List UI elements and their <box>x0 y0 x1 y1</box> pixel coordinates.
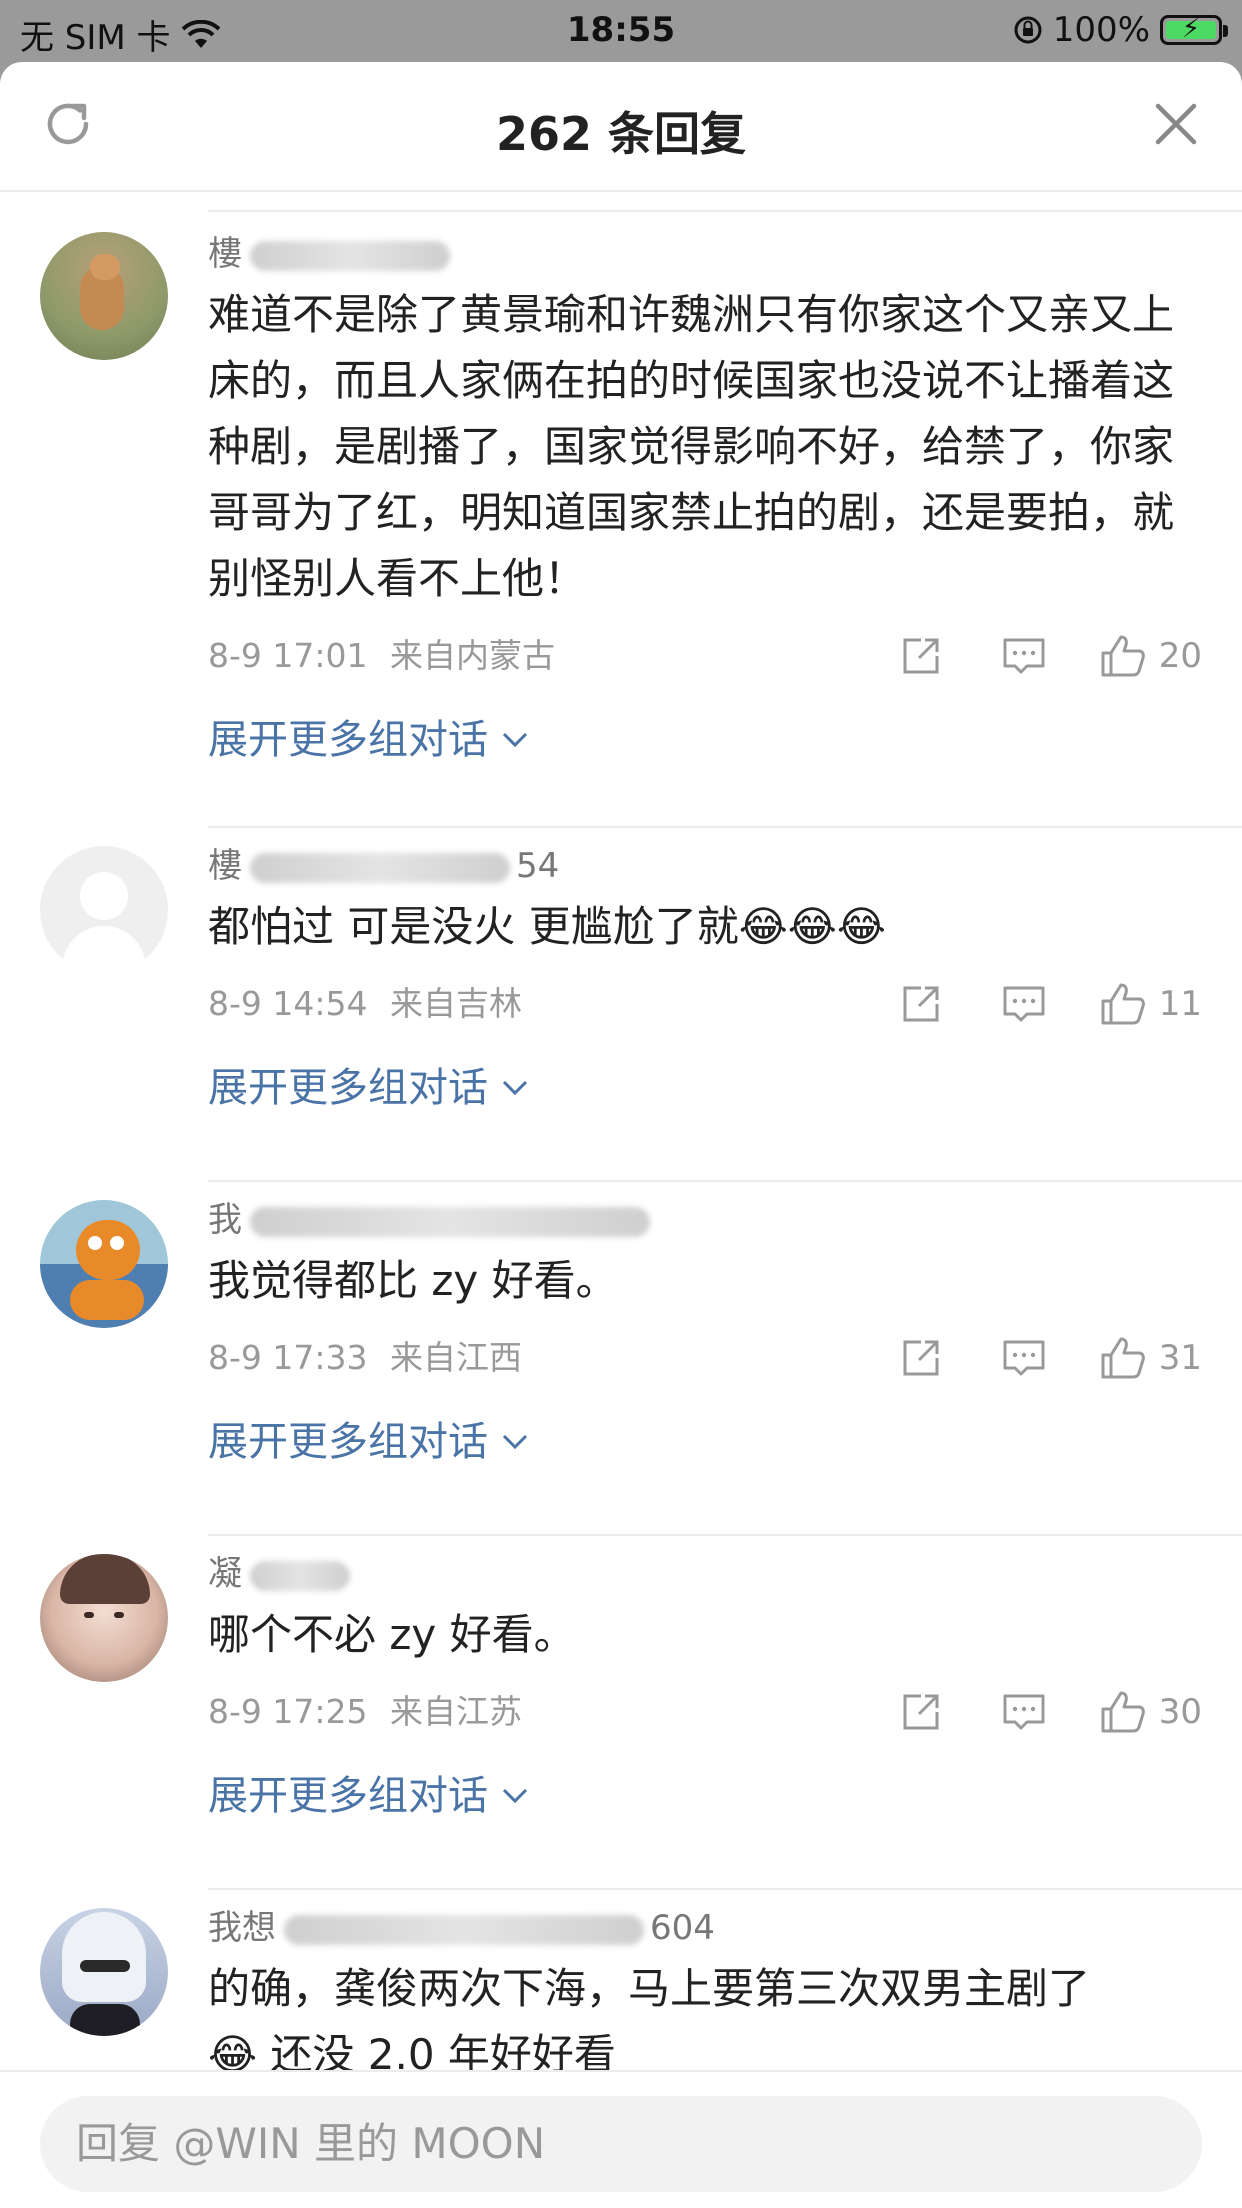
expand-label: 展开更多组对话 <box>208 717 488 763</box>
like-count: 30 <box>1158 1692 1202 1732</box>
share-icon <box>903 986 939 1022</box>
comment-icon <box>1003 638 1045 674</box>
expand-label: 展开更多组对话 <box>208 1065 488 1111</box>
share-icon <box>903 1340 939 1376</box>
battery-group: 100% ⚡ <box>1013 10 1228 50</box>
comment-username[interactable]: 樓 54 <box>208 844 1202 888</box>
expand-label: 展开更多组对话 <box>208 1419 488 1465</box>
share-button[interactable] <box>899 634 943 678</box>
share-icon <box>903 1694 939 1730</box>
reply-button[interactable] <box>1001 1336 1047 1380</box>
comment-meta: 8-9 17:01 来自内蒙古 20 <box>208 626 1202 686</box>
comment-username[interactable]: 我想 604 <box>208 1906 1202 1950</box>
comment-time: 8-9 17:01 <box>208 636 368 675</box>
avatar[interactable] <box>40 1200 168 1328</box>
comment-actions: 30 <box>899 1682 1202 1742</box>
comment-username[interactable]: 我 <box>208 1198 1202 1242</box>
like-count: 31 <box>1158 1338 1202 1378</box>
comment-meta: 8-9 17:25 来自江苏 30 <box>208 1682 1202 1742</box>
comment-icon <box>1003 1340 1045 1376</box>
chevron-down-icon <box>502 732 528 748</box>
orientation-lock-icon <box>1014 16 1042 44</box>
avatar[interactable] <box>40 232 168 360</box>
share-button[interactable] <box>899 1336 943 1380</box>
comment-actions: 20 <box>899 626 1202 686</box>
comment-meta: 8-9 17:33 来自江西 31 <box>208 1328 1202 1388</box>
comment-icon <box>1003 1694 1045 1730</box>
replies-sheet: 262 条回复 樓 难道不是除了黄景瑜和许魏洲只有你家这个又亲又上床的，而且人家… <box>0 62 1242 2208</box>
like-button[interactable]: 11 <box>1099 974 1202 1034</box>
battery-icon: ⚡ <box>1160 14 1228 45</box>
like-count: 11 <box>1158 984 1202 1024</box>
chevron-down-icon <box>502 1434 528 1450</box>
comment-username[interactable]: 凝 <box>208 1552 1202 1596</box>
comment-time: 8-9 14:54 <box>208 984 368 1023</box>
page-title: 262 条回复 <box>495 107 747 161</box>
divider <box>208 1888 1242 1890</box>
reply-button[interactable] <box>1001 1690 1047 1734</box>
comment-meta: 8-9 14:54 来自吉林 11 <box>208 974 1202 1034</box>
like-button[interactable]: 20 <box>1099 626 1202 686</box>
comment-text: 都怕过 可是没火 更尴尬了就😂😂😂 <box>208 902 886 951</box>
like-button[interactable]: 31 <box>1099 1328 1202 1388</box>
close-icon[interactable] <box>1150 98 1202 150</box>
avatar[interactable] <box>40 1554 168 1682</box>
thumbs-up-icon <box>1101 635 1145 677</box>
chevron-down-icon <box>502 1080 528 1096</box>
expand-label: 展开更多组对话 <box>208 1773 488 1819</box>
reply-bar: 回复 @WIN 里的 MOON <box>0 2070 1242 2208</box>
share-button[interactable] <box>899 1690 943 1734</box>
comment-location: 来自江苏 <box>390 1692 522 1731</box>
comment-actions: 31 <box>899 1328 1202 1388</box>
expand-conversation-link[interactable]: 展开更多组对话 <box>208 1766 1202 1826</box>
comment-text: 难道不是除了黄景瑜和许魏洲只有你家这个又亲又上床的，而且人家俩在拍的时候国家也没… <box>208 290 1175 603</box>
comment-text: 哪个不必 zy 好看。 <box>208 1610 576 1659</box>
comment-icon <box>1003 986 1045 1022</box>
divider <box>208 210 1242 212</box>
comment-text: 我觉得都比 zy 好看。 <box>208 1256 618 1305</box>
thumbs-up-icon <box>1101 1337 1145 1379</box>
share-icon <box>903 638 939 674</box>
chevron-down-icon <box>502 1788 528 1804</box>
divider <box>208 826 1242 828</box>
divider <box>208 1534 1242 1536</box>
like-button[interactable]: 30 <box>1099 1682 1202 1742</box>
like-count: 20 <box>1158 636 1202 676</box>
comment-location: 来自吉林 <box>390 984 522 1023</box>
comment-location: 来自内蒙古 <box>390 636 555 675</box>
avatar[interactable] <box>40 1908 168 2036</box>
status-bar: 无 SIM 卡 18:55 100% ⚡ <box>0 0 1242 62</box>
comment-location: 来自江西 <box>390 1338 522 1377</box>
comment-time: 8-9 17:33 <box>208 1338 368 1377</box>
comment-username[interactable]: 樓 <box>208 232 1202 276</box>
sheet-header: 262 条回复 <box>0 62 1242 192</box>
share-button[interactable] <box>899 982 943 1026</box>
reply-input[interactable]: 回复 @WIN 里的 MOON <box>40 2096 1202 2192</box>
thumbs-up-icon <box>1101 1691 1145 1733</box>
comment-time: 8-9 17:25 <box>208 1692 368 1731</box>
reply-button[interactable] <box>1001 634 1047 678</box>
reply-button[interactable] <box>1001 982 1047 1026</box>
comment-actions: 11 <box>899 974 1202 1034</box>
divider <box>208 1180 1242 1182</box>
battery-percent: 100% <box>1052 10 1150 50</box>
expand-conversation-link[interactable]: 展开更多组对话 <box>208 710 1202 770</box>
avatar[interactable] <box>40 846 168 974</box>
comment-text: 的确，龚俊两次下海，马上要第三次双男主剧了 😂 还没 2.0 年好好看 <box>208 1956 1202 2088</box>
expand-conversation-link[interactable]: 展开更多组对话 <box>208 1058 1202 1118</box>
expand-conversation-link[interactable]: 展开更多组对话 <box>208 1412 1202 1472</box>
thumbs-up-icon <box>1101 983 1145 1025</box>
